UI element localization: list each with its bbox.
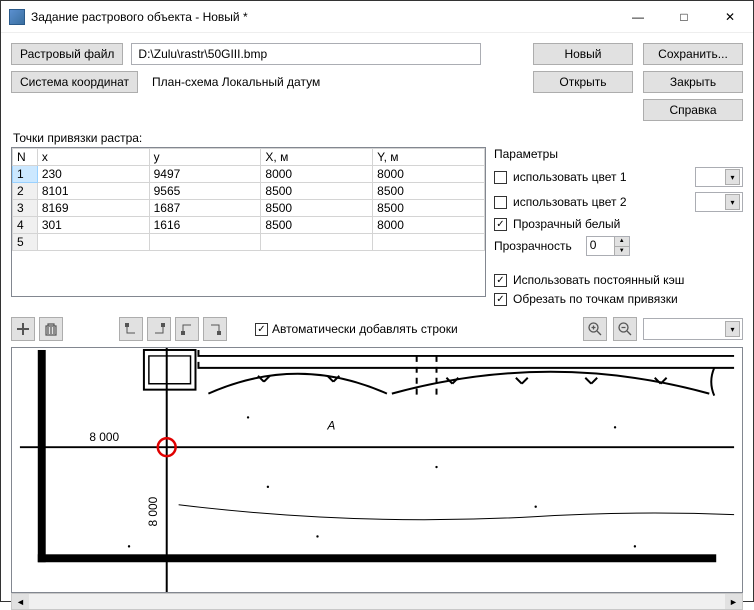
- crop-points-label: Обрезать по точкам привязки: [513, 292, 678, 306]
- col-y[interactable]: y: [149, 149, 261, 166]
- perm-cache-checkbox[interactable]: ✓: [494, 274, 507, 287]
- coord-system-label: План-схема Локальный датум: [146, 71, 326, 93]
- table-row: 38169168785008500: [13, 200, 485, 217]
- file-path-field[interactable]: D:\Zulu\rastr\50GIII.bmp: [131, 43, 481, 65]
- transparency-label: Прозрачность: [494, 239, 572, 253]
- anchor-tl-button[interactable]: [119, 317, 143, 341]
- close-window-button[interactable]: ✕: [707, 1, 753, 33]
- title-bar: Задание растрового объекта - Новый * ― □…: [1, 1, 753, 33]
- close-button[interactable]: Закрыть: [643, 71, 743, 93]
- new-button[interactable]: Новый: [533, 43, 633, 65]
- minimize-button[interactable]: ―: [615, 1, 661, 33]
- perm-cache-label: Использовать постоянный кэш: [513, 273, 684, 287]
- chevron-down-icon: ▾: [725, 321, 740, 337]
- raster-preview[interactable]: 8 000 8 000 A: [11, 347, 743, 593]
- col-n[interactable]: N: [13, 149, 38, 166]
- table-row: 4301161685008000: [13, 217, 485, 234]
- map-preview-svg: 8 000 8 000 A: [12, 348, 742, 592]
- col-ym[interactable]: Y, м: [373, 149, 485, 166]
- toolbar: ✓ Автоматически добавлять строки ▾: [1, 311, 753, 347]
- chevron-down-icon: ▾: [725, 194, 740, 210]
- spinner-up-icon[interactable]: ▲: [614, 237, 629, 247]
- table-row: 5: [13, 234, 485, 251]
- delete-row-button[interactable]: [39, 317, 63, 341]
- color1-combo[interactable]: ▾: [695, 167, 743, 187]
- crop-points-checkbox[interactable]: ✓: [494, 293, 507, 306]
- anchor-bl-button[interactable]: [175, 317, 199, 341]
- transparent-white-checkbox[interactable]: ✓: [494, 218, 507, 231]
- params-title: Параметры: [494, 147, 743, 161]
- app-icon: [9, 9, 25, 25]
- open-button[interactable]: Открыть: [533, 71, 633, 93]
- transparency-value[interactable]: 0: [587, 237, 614, 255]
- svg-text:A: A: [326, 418, 335, 432]
- transparent-white-label: Прозрачный белый: [513, 217, 620, 231]
- parameters-panel: Параметры использовать цвет 1 ▾ использо…: [494, 147, 743, 311]
- zoom-out-button[interactable]: [613, 317, 637, 341]
- points-label: Точки привязки растра:: [1, 121, 753, 147]
- help-button[interactable]: Справка: [643, 99, 743, 121]
- use-color2-label: использовать цвет 2: [513, 195, 627, 209]
- table-row: 28101956585008500: [13, 183, 485, 200]
- use-color2-checkbox[interactable]: [494, 196, 507, 209]
- points-table[interactable]: N x y X, м Y, м 1230949780008000 2810195…: [11, 147, 486, 297]
- auto-add-rows-label: Автоматически добавлять строки: [272, 322, 458, 336]
- color2-combo[interactable]: ▾: [695, 192, 743, 212]
- zoom-in-button[interactable]: [583, 317, 607, 341]
- table-row: 1230949780008000: [13, 166, 485, 183]
- chevron-down-icon: ▾: [725, 169, 740, 185]
- raster-file-button[interactable]: Растровый файл: [11, 43, 123, 65]
- anchor-br-button[interactable]: [203, 317, 227, 341]
- window-title: Задание растрового объекта - Новый *: [31, 10, 615, 24]
- spinner-down-icon[interactable]: ▼: [614, 247, 629, 256]
- use-color1-label: использовать цвет 1: [513, 170, 627, 184]
- auto-add-rows-checkbox[interactable]: ✓: [255, 323, 268, 336]
- maximize-button[interactable]: □: [661, 1, 707, 33]
- svg-text:8 000: 8 000: [89, 430, 119, 444]
- col-xm[interactable]: X, м: [261, 149, 373, 166]
- coord-system-button[interactable]: Система координат: [11, 71, 138, 93]
- zoom-combo[interactable]: ▾: [643, 318, 743, 340]
- svg-text:8 000: 8 000: [146, 496, 160, 526]
- use-color1-checkbox[interactable]: [494, 171, 507, 184]
- col-x[interactable]: x: [37, 149, 149, 166]
- anchor-tr-button[interactable]: [147, 317, 171, 341]
- save-button[interactable]: Сохранить...: [643, 43, 743, 65]
- add-row-button[interactable]: [11, 317, 35, 341]
- transparency-spinner[interactable]: 0 ▲▼: [586, 236, 630, 256]
